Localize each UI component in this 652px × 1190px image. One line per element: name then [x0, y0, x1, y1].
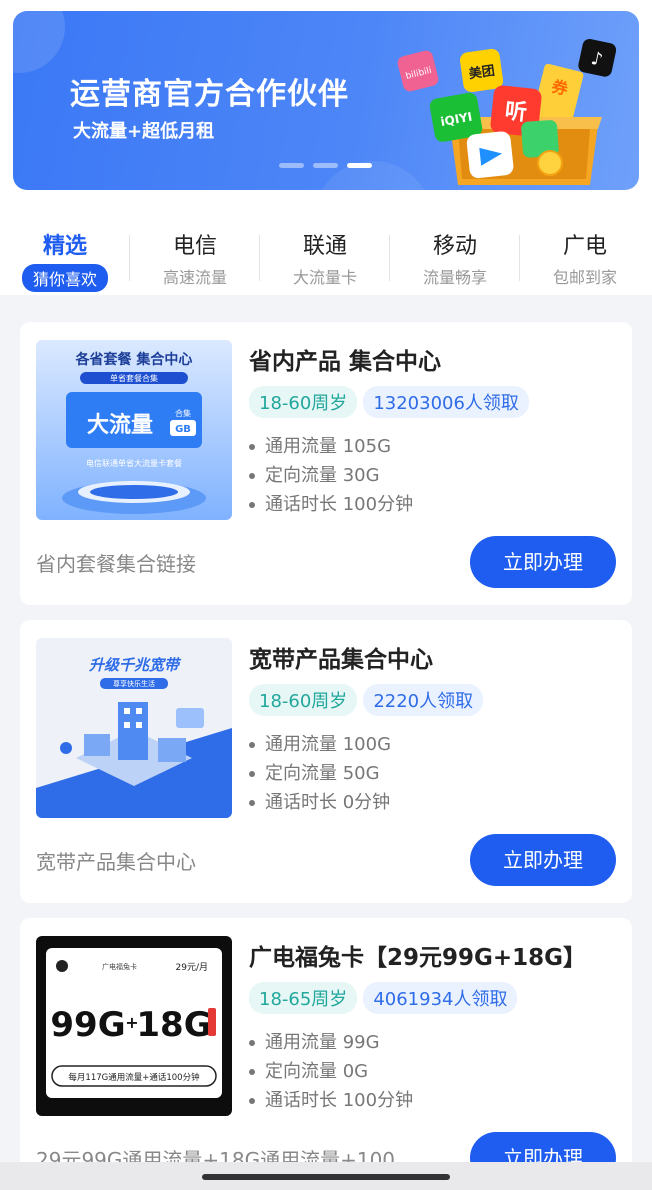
- product-tags: 18-60周岁 13203006人领取: [249, 386, 529, 418]
- tab-label: 移动: [432, 234, 477, 259]
- promo-banner[interactable]: 运营商官方合作伙伴 大流量+超低月租 bilibili 美团 ♪ 券 iQIYI: [13, 11, 639, 190]
- claim-count-tag: 13203006人领取: [363, 386, 529, 418]
- page-dot[interactable]: [313, 163, 338, 168]
- bullet-icon: [249, 770, 255, 777]
- bullet-icon: [249, 799, 255, 806]
- tab-sublabel: 流量畅享: [422, 268, 487, 287]
- svg-text:合集: 合集: [175, 408, 191, 418]
- tab-label: 广电: [562, 234, 607, 259]
- product-card[interactable]: 各省套餐 集合中心 单省套餐合集 大流量 GB 合集 电信联通单省大流量卡套餐 …: [20, 322, 632, 605]
- feature-item: 定向流量 0G: [249, 1057, 413, 1086]
- product-title: 宽带产品集合中心: [249, 647, 433, 673]
- product-tags: 18-65周岁 4061934人领取: [249, 982, 518, 1014]
- tab-label: 电信: [172, 234, 217, 259]
- apply-now-button[interactable]: 立即办理: [470, 536, 616, 588]
- svg-text:29元/月: 29元/月: [176, 962, 209, 973]
- banner-subtitle: 大流量+超低月租: [73, 121, 215, 142]
- apply-now-button[interactable]: 立即办理: [470, 834, 616, 886]
- ting-label: 听: [504, 99, 529, 126]
- svg-text:18G: 18G: [136, 1005, 211, 1045]
- feature-list: 通用流量 100G 定向流量 50G 通话时长 0分钟: [249, 730, 391, 817]
- svg-text:每月117G通用流量+通话100分钟: 每月117G通用流量+通话100分钟: [68, 1072, 199, 1083]
- banner-page-indicator: [279, 163, 372, 168]
- svg-text:99G: 99G: [50, 1005, 125, 1045]
- bullet-icon: [249, 741, 255, 748]
- page-dot-active[interactable]: [347, 163, 372, 168]
- tab-mobile[interactable]: 移动 流量畅享: [390, 222, 520, 288]
- svg-text:GB: GB: [175, 424, 191, 435]
- tab-label: 联通: [302, 234, 347, 259]
- page-dot[interactable]: [279, 163, 304, 168]
- svg-text:尊享快乐生活: 尊享快乐生活: [113, 679, 155, 688]
- tab-sublabel: 高速流量: [162, 268, 227, 287]
- feature-item: 通用流量 105G: [249, 432, 413, 461]
- tab-sublabel: 猜你喜欢: [21, 264, 108, 292]
- feature-list: 通用流量 105G 定向流量 30G 通话时长 100分钟: [249, 432, 413, 519]
- feature-item: 通话时长 100分钟: [249, 1086, 413, 1115]
- product-description: 宽带产品集合中心: [36, 850, 196, 874]
- banner-title: 运营商官方合作伙伴: [70, 77, 349, 112]
- svg-text:单省套餐合集: 单省套餐合集: [110, 373, 158, 383]
- product-card[interactable]: 升级千兆宽带 尊享快乐生活 宽带产品集合中心 18-60周岁 2220人领取 通…: [20, 620, 632, 903]
- product-title: 广电福兔卡【29元99G+18G】: [249, 945, 587, 971]
- tab-broadcast[interactable]: 广电 包邮到家: [520, 222, 650, 288]
- feature-item: 通用流量 100G: [249, 730, 391, 759]
- product-title: 省内产品 集合中心: [249, 349, 442, 375]
- svg-text:广电福兔卡: 广电福兔卡: [102, 962, 137, 971]
- tab-featured[interactable]: 精选 猜你喜欢: [0, 222, 130, 292]
- product-image: 升级千兆宽带 尊享快乐生活: [36, 638, 232, 818]
- product-image: 广电福兔卡 29元/月 99G + 18G 每月117G通用流量+通话100分钟: [36, 936, 232, 1116]
- image-headline: 升级千兆宽带: [88, 656, 182, 674]
- bullet-icon: [249, 472, 255, 479]
- product-image: 各省套餐 集合中心 单省套餐合集 大流量 GB 合集 电信联通单省大流量卡套餐: [36, 340, 232, 520]
- age-tag: 18-60周岁: [249, 386, 358, 418]
- feature-item: 定向流量 30G: [249, 461, 413, 490]
- feature-item: 定向流量 50G: [249, 759, 391, 788]
- feature-list: 通用流量 99G 定向流量 0G 通话时长 100分钟: [249, 1028, 413, 1115]
- bullet-icon: [249, 501, 255, 508]
- tab-sublabel: 大流量卡: [292, 268, 357, 287]
- tab-telecom[interactable]: 电信 高速流量: [130, 222, 260, 288]
- bullet-icon: [249, 443, 255, 450]
- tab-sublabel: 包邮到家: [552, 268, 617, 287]
- carrier-tabs: 精选 猜你喜欢 电信 高速流量 联通 大流量卡 移动 流量畅享 广电 包邮到家: [0, 222, 652, 292]
- tab-label: 精选: [42, 234, 87, 259]
- svg-text:大流量: 大流量: [87, 412, 153, 438]
- bullet-icon: [249, 1039, 255, 1046]
- product-description: 省内套餐集合链接: [36, 552, 196, 576]
- age-tag: 18-60周岁: [249, 684, 358, 716]
- claim-count-tag: 4061934人领取: [363, 982, 518, 1014]
- feature-item: 通话时长 100分钟: [249, 490, 413, 519]
- feature-item: 通用流量 99G: [249, 1028, 413, 1057]
- app-gift-box-illustration: bilibili 美团 ♪ 券 iQIYI 听: [397, 38, 617, 185]
- svg-text:电信联通单省大流量卡套餐: 电信联通单省大流量卡套餐: [86, 458, 182, 468]
- claim-count-tag: 2220人领取: [363, 684, 484, 716]
- tab-unicom[interactable]: 联通 大流量卡: [260, 222, 390, 288]
- feature-item: 通话时长 0分钟: [249, 788, 391, 817]
- banner-decoration: [13, 11, 65, 73]
- bullet-icon: [249, 1068, 255, 1075]
- age-tag: 18-65周岁: [249, 982, 358, 1014]
- product-tags: 18-60周岁 2220人领取: [249, 684, 484, 716]
- product-card[interactable]: 广电福兔卡 29元/月 99G + 18G 每月117G通用流量+通话100分钟…: [20, 918, 632, 1190]
- image-headline: 各省套餐 集合中心: [75, 351, 193, 368]
- home-indicator[interactable]: [202, 1174, 450, 1180]
- bullet-icon: [249, 1097, 255, 1104]
